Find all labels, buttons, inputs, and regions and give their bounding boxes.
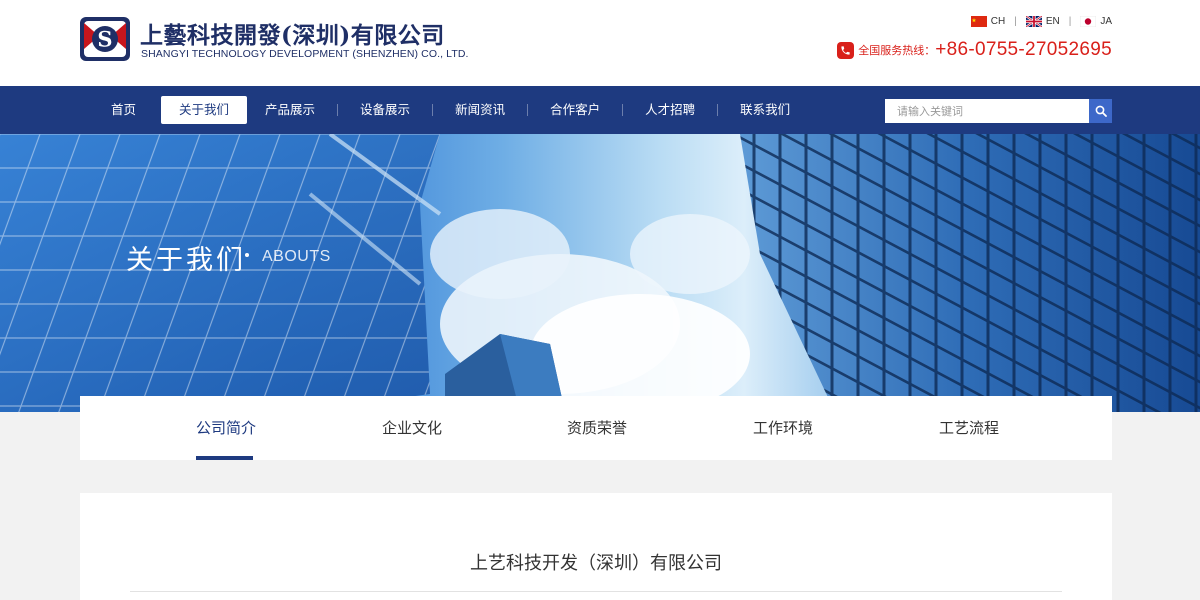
lang-en-label: EN (1045, 16, 1060, 27)
nav-item-careers[interactable]: 人才招聘 (627, 96, 713, 124)
company-name-en: SHANGYI TECHNOLOGY DEVELOPMENT (SHENZHEN… (141, 48, 469, 60)
hotline-label: 全国服务热线： (858, 44, 936, 57)
search-box (885, 99, 1112, 123)
subtab-corporate-culture[interactable]: 企业文化 (382, 396, 442, 460)
main-navigation: 首页 关于我们 产品展示 设备展示 新闻资讯 合作客户 人才招聘 联系我们 (0, 86, 1200, 134)
logo-letter: S (97, 27, 112, 52)
content-panel: 上艺科技开发（深圳）有限公司 (80, 493, 1112, 600)
nav-item-equipment[interactable]: 设备展示 (342, 96, 428, 124)
banner-title: 关于我们 (126, 245, 246, 276)
lang-en-link[interactable]: EN (1025, 16, 1060, 27)
company-logo-icon[interactable]: S (79, 16, 131, 62)
site-header: S 上藝科技開發(深圳)有限公司 SHANGYI TECHNOLOGY DEVE… (0, 0, 1200, 86)
phone-icon (837, 41, 855, 59)
nav-item-home[interactable]: 首页 (80, 96, 161, 124)
nav-divider (622, 104, 624, 116)
subtab-company-profile[interactable]: 公司简介 (196, 396, 256, 460)
lang-ja-label: JA (1100, 16, 1112, 27)
lang-ch-label: CH (990, 16, 1006, 27)
lang-separator: | (1068, 16, 1072, 27)
nav-item-products[interactable]: 产品展示 (247, 96, 333, 124)
china-flag-icon (970, 16, 987, 27)
lang-ja-link[interactable]: JA (1080, 16, 1112, 27)
lang-ch-link[interactable]: CH (970, 16, 1006, 27)
subtab-qualifications[interactable]: 资质荣誉 (567, 396, 627, 460)
content-title: 上艺科技开发（深圳）有限公司 (470, 553, 722, 574)
banner-subtitle: ABOUTS (262, 248, 331, 265)
search-input[interactable] (885, 99, 1089, 123)
active-tab-underline (196, 456, 253, 460)
nav-divider (337, 104, 339, 116)
nav-divider (432, 104, 434, 116)
japan-flag-icon (1080, 16, 1097, 27)
nav-item-contact[interactable]: 联系我们 (722, 96, 808, 124)
nav-divider (527, 104, 529, 116)
company-name-cn: 上藝科技開發(深圳)有限公司 (140, 22, 445, 49)
language-switcher: CH | EN | JA (970, 16, 1112, 27)
service-hotline: 全国服务热线： +86-0755-27052695 (837, 39, 1112, 61)
search-button[interactable] (1089, 99, 1112, 123)
hotline-number[interactable]: +86-0755-27052695 (935, 39, 1112, 61)
nav-item-news[interactable]: 新闻资讯 (437, 96, 523, 124)
search-icon (1095, 105, 1107, 117)
subtab-work-environment[interactable]: 工作环境 (753, 396, 813, 460)
page-banner: 关于我们 ABOUTS (0, 134, 1200, 412)
content-divider (130, 591, 1062, 592)
nav-item-about[interactable]: 关于我们 (161, 96, 248, 124)
nav-item-clients[interactable]: 合作客户 (532, 96, 618, 124)
about-subtabs: 公司简介 企业文化 资质荣誉 工作环境 工艺流程 (80, 396, 1112, 460)
subtab-process-flow[interactable]: 工艺流程 (939, 396, 999, 460)
lang-separator: | (1014, 16, 1017, 27)
uk-flag-icon (1025, 16, 1042, 27)
nav-menu: 首页 关于我们 产品展示 设备展示 新闻资讯 合作客户 人才招聘 联系我们 (80, 96, 808, 124)
banner-dot (245, 253, 249, 257)
nav-divider (717, 104, 719, 116)
